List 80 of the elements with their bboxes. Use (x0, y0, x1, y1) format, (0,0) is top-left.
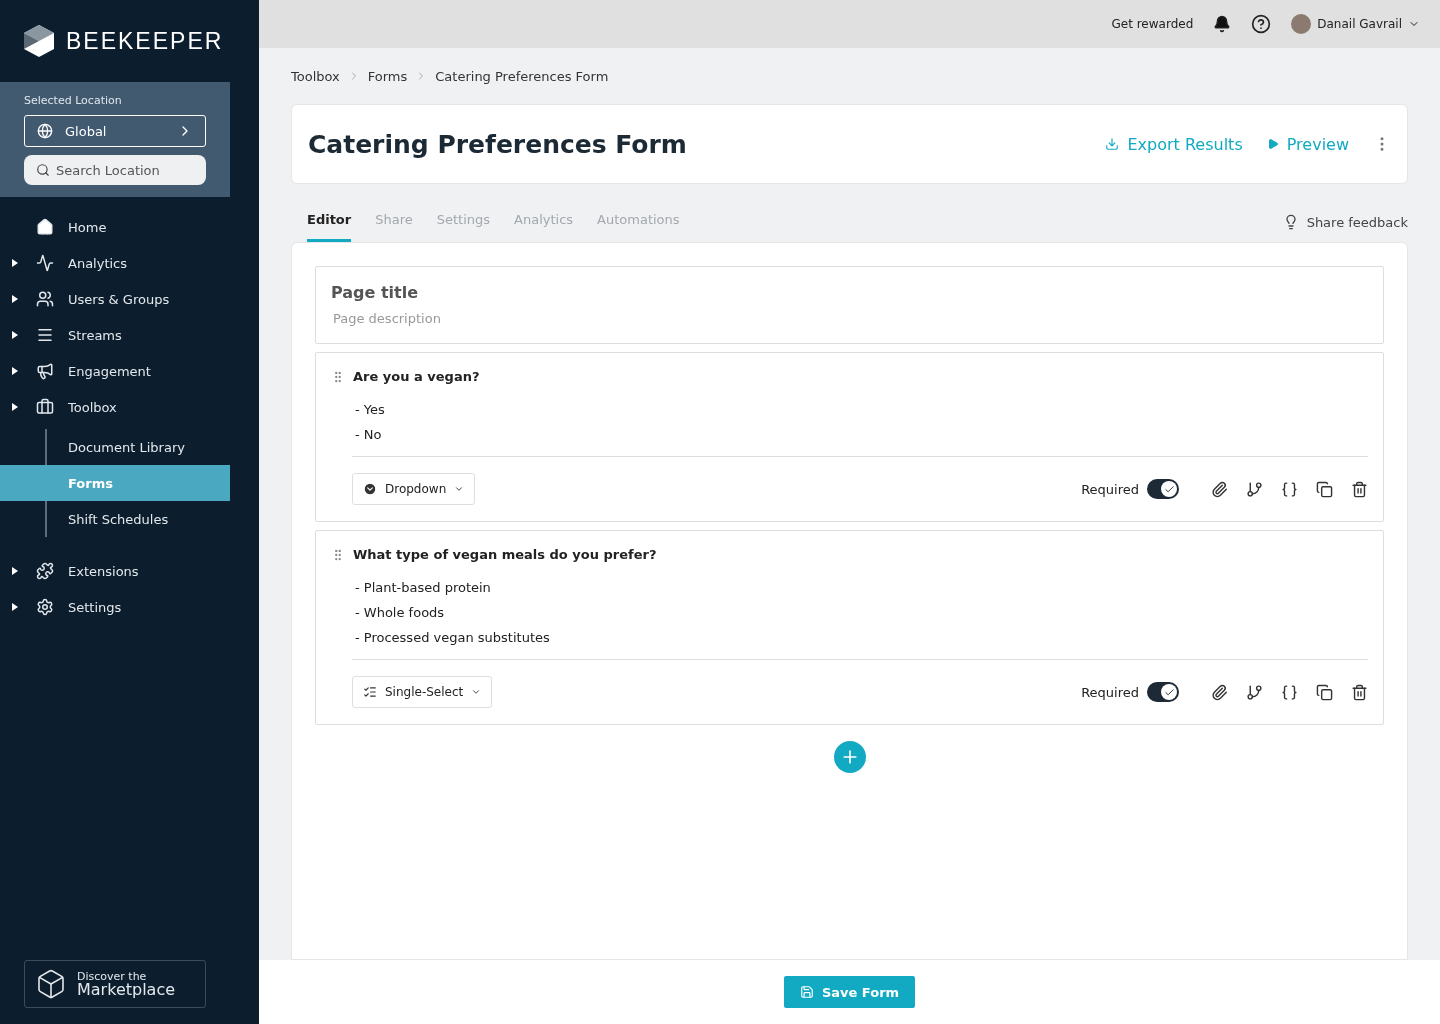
sidebar-item[interactable]: Users & Groups (0, 281, 230, 317)
paperclip-icon[interactable] (1211, 480, 1228, 498)
answer-option: - Whole foods (355, 605, 1368, 620)
breadcrumb-link[interactable]: Forms (367, 68, 408, 84)
required-toggle[interactable] (1147, 479, 1179, 499)
rewards-link[interactable]: Get rewarded (1111, 17, 1194, 31)
download-icon (1105, 137, 1120, 151)
globe-icon (37, 123, 53, 139)
sidebar-subitem[interactable]: Shift Schedules (0, 501, 230, 537)
sidebar-item[interactable]: Streams (0, 317, 230, 353)
location-search-field[interactable]: Search Location (24, 155, 206, 185)
megaphone-icon (36, 362, 54, 380)
caret-icon (471, 687, 482, 697)
caret-icon (12, 295, 18, 303)
bell-icon[interactable] (1213, 15, 1232, 33)
answer-option: - Plant-based protein (355, 580, 1368, 595)
checklist-icon (363, 685, 377, 699)
caret-icon (12, 603, 18, 611)
breadcrumb-link[interactable]: Catering Preferences Form (435, 68, 609, 84)
form-title: Catering Preferences Form (308, 129, 688, 159)
location-label: Selected Location (24, 94, 123, 107)
braces-icon[interactable] (1281, 480, 1298, 498)
braces-icon[interactable] (1281, 683, 1298, 701)
branch-icon[interactable] (1246, 683, 1263, 701)
circle-caret-icon (363, 482, 377, 496)
puzzle-icon (36, 562, 54, 580)
caret-icon (454, 484, 465, 494)
users-icon (36, 290, 54, 308)
sidebar-item[interactable]: Analytics (0, 245, 230, 281)
answer-option: - Yes (355, 402, 1368, 417)
question-title: Are you a vegan? (353, 369, 480, 384)
sidebar-item[interactable]: Toolbox (0, 389, 230, 425)
question-title: What type of vegan meals do you prefer? (353, 547, 657, 562)
user-menu[interactable]: Danail Gavrail (1291, 14, 1420, 34)
caret-icon (12, 331, 18, 339)
line-chart-icon (36, 254, 54, 272)
help-icon[interactable] (1251, 14, 1272, 34)
cube-icon (35, 968, 67, 1000)
breadcrumb-link[interactable]: Toolbox (291, 68, 340, 84)
sidebar-item[interactable]: Settings (0, 589, 230, 625)
question-type-dropdown[interactable]: Dropdown (352, 473, 476, 505)
paperclip-icon[interactable] (1211, 683, 1228, 701)
sidebar-item[interactable]: Engagement (0, 353, 230, 389)
copy-icon[interactable] (1316, 480, 1333, 498)
branch-icon[interactable] (1246, 480, 1263, 498)
settings-icon (36, 598, 54, 616)
required-label: Required (1081, 481, 1139, 497)
play-icon (1266, 138, 1279, 150)
share-feedback-link[interactable]: Share feedback (1282, 214, 1408, 230)
marketplace-button[interactable]: Discover the Marketplace (24, 960, 206, 1008)
logo-icon (24, 25, 54, 57)
check-icon (1163, 686, 1175, 698)
copy-icon[interactable] (1316, 683, 1333, 701)
page-title: Page title (331, 283, 420, 302)
brand-name: BEEKEEPER (66, 27, 224, 55)
required-label: Required (1081, 684, 1139, 700)
answer-option: - Processed vegan substitutes (355, 630, 1368, 645)
search-icon (36, 163, 50, 177)
menu-icon (36, 326, 54, 344)
marketplace-caption: Discover the (77, 970, 148, 982)
trash-icon[interactable] (1351, 683, 1368, 701)
avatar (1291, 14, 1312, 34)
marketplace-title: Marketplace (77, 981, 176, 998)
sidebar-item[interactable]: Extensions (0, 553, 230, 589)
caret-icon (12, 567, 18, 575)
caret-icon (12, 403, 18, 411)
add-question-button[interactable] (833, 741, 866, 773)
briefcase-icon (36, 398, 54, 416)
check-icon (1163, 483, 1175, 495)
save-icon (799, 985, 814, 999)
trash-icon[interactable] (1351, 480, 1368, 498)
sidebar-item[interactable]: Home (0, 209, 230, 245)
caret-icon (12, 259, 18, 267)
home-icon (36, 218, 54, 236)
answer-option: - No (355, 427, 1368, 442)
sidebar-subitem[interactable]: Document Library (0, 429, 230, 465)
required-toggle[interactable] (1147, 682, 1179, 702)
caret-icon (12, 367, 18, 375)
location-button[interactable]: Global (24, 115, 206, 147)
question-type-dropdown[interactable]: Single-Select (352, 676, 493, 708)
